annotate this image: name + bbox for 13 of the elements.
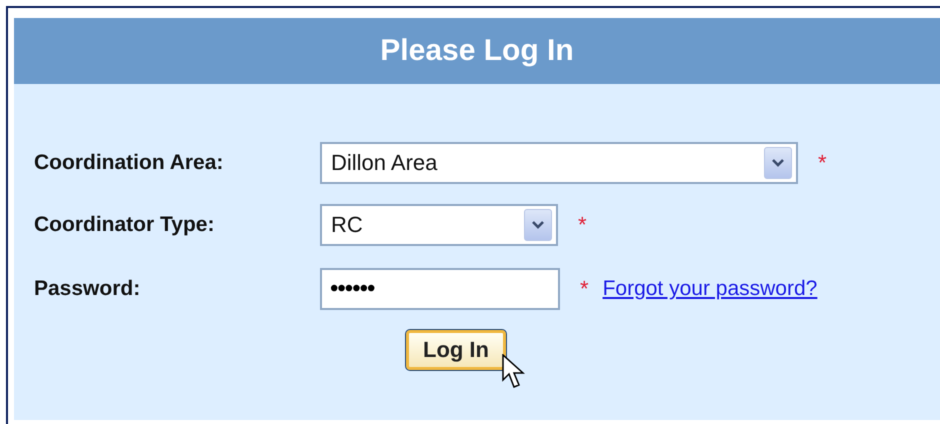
required-mark: * [580,276,589,302]
panel-title: Please Log In [380,34,574,68]
field-label: Coordination Area: [34,151,224,175]
field-label: Coordinator Type: [34,213,216,237]
password-field[interactable]: •••••• [320,268,560,310]
forgot-password-link[interactable]: Forgot your password? [602,277,818,301]
dropdown-field[interactable]: Dillon Area [320,142,798,184]
required-mark: * [578,212,587,238]
mouse-pointer-icon [502,354,526,390]
required-mark: * [818,150,827,176]
field-label: Password: [34,277,142,301]
login-button[interactable]: Log In [406,330,506,370]
dropdown-field[interactable]: RC [320,204,558,246]
